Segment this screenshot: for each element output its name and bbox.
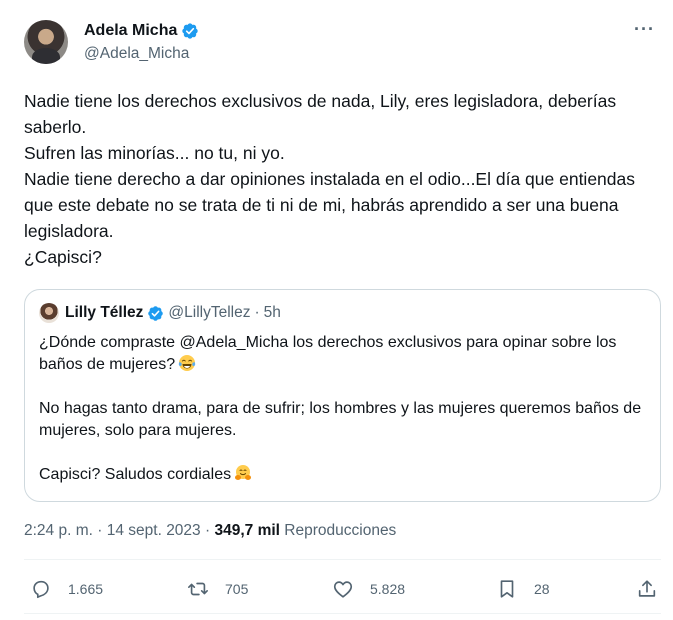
share-icon bbox=[638, 580, 656, 597]
heart-icon bbox=[333, 581, 353, 598]
author-handle[interactable]: @Adela_Micha bbox=[84, 45, 189, 63]
quoted-author-name: Lilly Téllez bbox=[65, 304, 144, 321]
quoted-separator: · bbox=[254, 304, 260, 321]
verified-badge-icon bbox=[182, 23, 199, 39]
action-bar: 1.665 705 5.828 28 bbox=[24, 574, 661, 604]
quoted-paragraph-text: Capisci? Saludos cordiales bbox=[39, 466, 232, 483]
hugging-face-emoji-icon bbox=[235, 465, 252, 480]
author-display-name[interactable]: Adela Micha bbox=[84, 22, 177, 40]
author-name-row: Adela Micha bbox=[84, 22, 199, 40]
reply-count: 1.665 bbox=[68, 581, 104, 597]
tears-of-joy-emoji-icon bbox=[178, 355, 196, 371]
tweet-text: Nadie tiene los derechos exclusivos de n… bbox=[24, 88, 654, 270]
tweet-header: Adela Micha @Adela_Micha ··· bbox=[24, 17, 661, 67]
reply-button[interactable]: 1.665 bbox=[30, 574, 103, 604]
repost-icon bbox=[188, 582, 208, 596]
share-button[interactable] bbox=[636, 574, 658, 604]
quoted-verified-badge-icon bbox=[148, 305, 164, 321]
quoted-author-avatar bbox=[39, 303, 59, 323]
repost-button[interactable]: 705 bbox=[187, 574, 248, 604]
tweet-date[interactable]: 14 sept. 2023 bbox=[107, 522, 201, 539]
reply-icon bbox=[33, 580, 49, 599]
quoted-paragraph: No hagas tanto drama, para de sufrir; lo… bbox=[39, 400, 642, 439]
repost-count: 705 bbox=[225, 581, 249, 597]
quoted-tweet-text: ¿Dónde compraste @Adela_Micha los derech… bbox=[39, 332, 644, 486]
tweet-line: Nadie tiene los derechos exclusivos de n… bbox=[24, 91, 617, 137]
quoted-author-handle: @LillyTellez bbox=[168, 304, 251, 321]
tweet-line: Sufren las minorías... no tu, ni yo. bbox=[24, 143, 285, 163]
quoted-tweet[interactable]: Lilly Téllez @LillyTellez · 5h ¿Dónde co… bbox=[24, 289, 661, 502]
tweet-time[interactable]: 2:24 p. m. bbox=[24, 522, 93, 539]
quoted-paragraph: Capisci? Saludos cordiales bbox=[39, 464, 644, 486]
tweet-line: Nadie tiene derecho a dar opiniones inst… bbox=[24, 169, 635, 241]
quoted-tweet-header: Lilly Téllez @LillyTellez · 5h bbox=[39, 303, 281, 323]
bookmark-icon bbox=[500, 580, 514, 598]
bookmark-button[interactable]: 28 bbox=[496, 574, 550, 604]
quoted-paragraph: ¿Dónde compraste @Adela_Micha los derech… bbox=[39, 332, 644, 376]
views-count: 349,7 mil bbox=[214, 522, 280, 539]
bookmark-count: 28 bbox=[534, 581, 550, 597]
author-avatar[interactable] bbox=[24, 20, 68, 64]
divider bbox=[24, 559, 661, 560]
more-options-icon[interactable]: ··· bbox=[634, 19, 655, 40]
tweet-line: ¿Capisci? bbox=[24, 247, 102, 267]
like-button[interactable]: 5.828 bbox=[332, 574, 405, 604]
quoted-timestamp: 5h bbox=[263, 304, 281, 321]
meta-separator: · bbox=[97, 522, 103, 539]
meta-separator: · bbox=[205, 522, 211, 539]
tweet-metadata: 2:24 p. m. · 14 sept. 2023 · 349,7 mil R… bbox=[24, 522, 396, 540]
quoted-paragraph-text: ¿Dónde compraste @Adela_Micha los derech… bbox=[39, 334, 617, 373]
divider bbox=[24, 613, 661, 614]
views-label: Reproducciones bbox=[284, 522, 397, 539]
like-count: 5.828 bbox=[370, 581, 406, 597]
